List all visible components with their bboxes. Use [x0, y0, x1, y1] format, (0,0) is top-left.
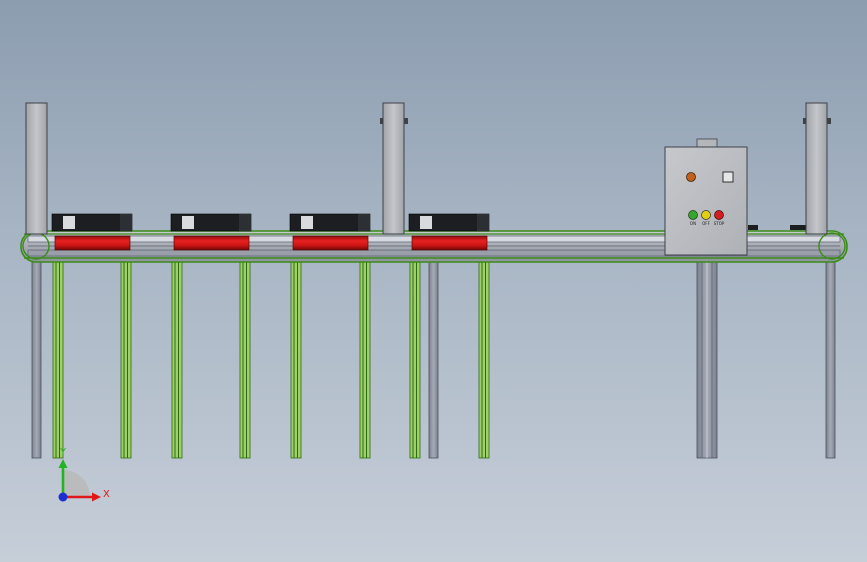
square-switch-icon[interactable] [722, 171, 734, 183]
fixture-4 [408, 213, 490, 232]
right-end-leg [825, 255, 836, 459]
light-label-on: ON [690, 221, 696, 226]
green-indicator-light-icon[interactable] [688, 210, 698, 220]
red-indicator-light-icon[interactable] [714, 210, 724, 220]
triad-arc [63, 470, 90, 497]
fixture-1 [51, 213, 133, 232]
middle-post [380, 102, 408, 235]
light-label-off: OFF [702, 221, 710, 226]
station-leg-frames [52, 249, 490, 459]
cad-viewport[interactable]: ON OFF STOP X Y [0, 0, 867, 562]
station-3-legs [290, 249, 371, 459]
panel-knob[interactable] [686, 172, 696, 182]
middle-leg [428, 255, 439, 459]
station-1-legs [52, 249, 132, 459]
view-triad: X Y [58, 447, 110, 502]
light-label-stop: STOP [714, 221, 725, 226]
x-axis-label: X [103, 489, 110, 500]
sensor-2 [790, 225, 806, 230]
left-end-leg [31, 255, 42, 459]
panel-box [664, 146, 748, 256]
station-2-legs [171, 249, 251, 459]
z-axis-dot [58, 492, 68, 502]
roller-2 [173, 235, 250, 251]
right-post [803, 102, 831, 235]
fixture-3 [289, 213, 371, 232]
fixture-2 [170, 213, 252, 232]
support-legs [31, 253, 836, 459]
conveyor-drawing: ON OFF STOP X Y [20, 102, 848, 502]
station-4-legs [409, 249, 490, 459]
roller-1 [54, 235, 131, 251]
left-post [25, 102, 48, 235]
roller-4 [411, 235, 488, 251]
yellow-indicator-light-icon[interactable] [701, 210, 711, 220]
sensor-1 [748, 225, 758, 230]
control-panel[interactable]: ON OFF STOP [664, 138, 748, 256]
roller-3 [292, 235, 369, 251]
y-axis-label: Y [59, 447, 67, 458]
